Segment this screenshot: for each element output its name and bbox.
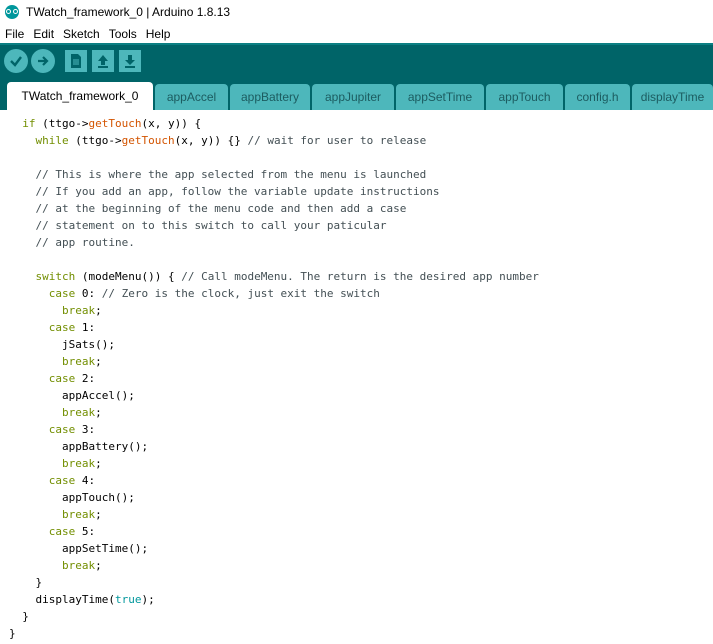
tab-appjupiter[interactable]: appJupiter	[312, 84, 394, 110]
save-icon	[125, 54, 135, 68]
tab-appbattery[interactable]: appBattery	[230, 84, 310, 110]
menu-file[interactable]: File	[1, 27, 28, 41]
toolbar	[0, 43, 713, 76]
tab-appaccel[interactable]: appAccel	[155, 84, 228, 110]
menu-tools[interactable]: Tools	[105, 27, 141, 41]
code-line: appSetTime();	[61, 542, 149, 555]
code-line: break;	[61, 304, 102, 317]
code-line: }	[35, 576, 43, 589]
code-line: // at the beginning of the menu code and…	[35, 202, 407, 215]
code-line: }	[22, 610, 29, 623]
new-button[interactable]	[65, 49, 87, 72]
code-line: break;	[61, 508, 102, 521]
code-line: case 3:	[48, 423, 96, 436]
code-line: // app routine.	[35, 236, 135, 249]
tab-bar: TWatch_framework_0 appAccel appBattery a…	[0, 76, 713, 110]
menu-help[interactable]: Help	[142, 27, 175, 41]
code-line: }	[9, 627, 16, 640]
code-line: break;	[61, 355, 102, 368]
new-icon	[71, 53, 81, 68]
code-line: if (ttgo->getTouch(x, y)) {	[22, 117, 202, 130]
code-line: appBattery();	[61, 440, 149, 453]
tab-apptouch[interactable]: appTouch	[486, 84, 563, 110]
code-line: // This is where the app selected from t…	[35, 168, 427, 181]
open-icon	[98, 54, 108, 68]
tab-displaytime[interactable]: displayTime	[632, 84, 713, 110]
title-bar: TWatch_framework_0 | Arduino 1.8.13	[0, 0, 713, 24]
code-line: break;	[61, 406, 102, 419]
tab-appsettime[interactable]: appSetTime	[396, 84, 484, 110]
verify-icon	[10, 55, 22, 67]
tab-twatch-framework-0[interactable]: TWatch_framework_0	[7, 82, 153, 110]
code-line: while (ttgo->getTouch(x, y)) {} // wait …	[35, 134, 427, 147]
code-line: case 2:	[48, 372, 96, 385]
save-button[interactable]	[119, 49, 141, 72]
code-line: appAccel();	[61, 389, 135, 402]
upload-button[interactable]	[31, 48, 55, 73]
code-line: case 1:	[48, 321, 96, 334]
code-line: // If you add an app, follow the variabl…	[35, 185, 440, 198]
upload-icon	[38, 55, 49, 66]
code-line: break;	[61, 457, 102, 470]
menu-edit[interactable]: Edit	[29, 27, 58, 41]
code-line: appTouch();	[61, 491, 135, 504]
open-button[interactable]	[92, 49, 114, 72]
tab-config-h[interactable]: config.h	[565, 84, 630, 110]
verify-button[interactable]	[4, 48, 28, 73]
code-editor[interactable]: if (ttgo->getTouch(x, y)) { while (ttgo-…	[0, 110, 713, 644]
code-line: switch (modeMenu()) { // Call modeMenu. …	[35, 270, 539, 283]
code-line: // statement on to this switch to call y…	[35, 219, 387, 232]
code-text: if (ttgo->getTouch(x, y)) { while (ttgo-…	[9, 115, 539, 642]
code-line: case 4:	[48, 474, 96, 487]
menu-sketch[interactable]: Sketch	[59, 27, 104, 41]
menu-bar: File Edit Sketch Tools Help	[0, 24, 713, 43]
arduino-logo-icon	[5, 5, 19, 19]
code-line: case 0: // Zero is the clock, just exit …	[48, 287, 380, 300]
code-line: jSats();	[61, 338, 115, 351]
code-line: break;	[61, 559, 102, 572]
window-title: TWatch_framework_0 | Arduino 1.8.13	[26, 5, 231, 19]
code-line: displayTime(true);	[35, 593, 155, 606]
code-line: case 5:	[48, 525, 96, 538]
